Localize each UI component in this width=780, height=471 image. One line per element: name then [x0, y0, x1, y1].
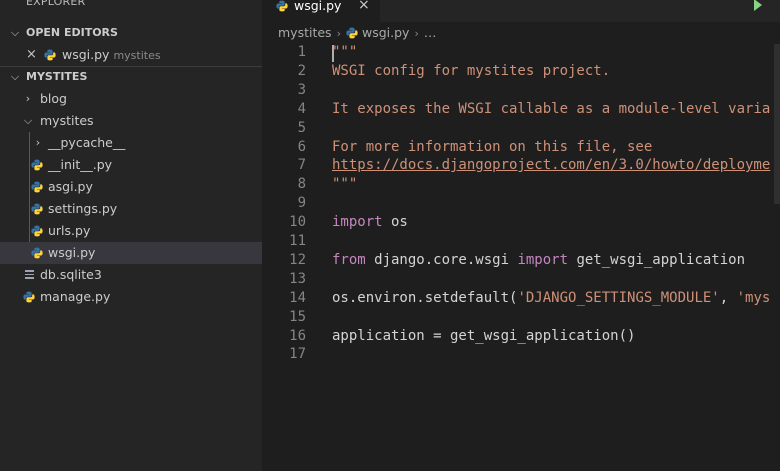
- tree-item-manage[interactable]: manage.py: [0, 286, 262, 308]
- line-number: 6: [297, 139, 306, 155]
- line-number: 7: [297, 157, 306, 173]
- line-number: 13: [289, 271, 306, 287]
- tree-item-urls[interactable]: urls.py: [0, 220, 262, 242]
- tree-item-label: __pycache__: [48, 135, 126, 150]
- line-number: 8: [297, 176, 306, 192]
- python-file-icon: [346, 27, 358, 39]
- chevron-right-icon: ›: [414, 27, 419, 40]
- line-number: 9: [297, 195, 306, 211]
- code-line: from django.core.wsgi import get_wsgi_ap…: [332, 252, 746, 268]
- line-number: 2: [297, 63, 306, 79]
- python-file-icon: [31, 181, 43, 193]
- chevron-right-icon: ›: [35, 136, 41, 149]
- code-line: """: [332, 44, 358, 60]
- tree-item-blog[interactable]: › blog: [0, 88, 262, 110]
- open-editor-filename: wsgi.py: [62, 47, 110, 62]
- project-header[interactable]: ⌵ MYSTITES: [0, 66, 262, 88]
- project-label: MYSTITES: [26, 70, 88, 83]
- code-line: It exposes the WSGI callable as a module…: [332, 101, 771, 117]
- chevron-down-icon: ⌵: [10, 26, 20, 39]
- line-number: 5: [297, 120, 306, 136]
- code-line: import os: [332, 214, 408, 230]
- code-line: https://docs.djangoproject.com/en/3.0/ho…: [332, 157, 771, 173]
- line-number: 10: [289, 214, 306, 230]
- open-editors-label: OPEN EDITORS: [26, 26, 118, 39]
- tree-item-db-sqlite3[interactable]: db.sqlite3: [0, 264, 262, 286]
- open-editors-header[interactable]: ⌵ OPEN EDITORS: [0, 22, 262, 44]
- breadcrumb-file[interactable]: wsgi.py: [362, 25, 409, 40]
- tree-item-settings[interactable]: settings.py: [0, 198, 262, 220]
- line-number: 12: [289, 252, 306, 268]
- chevron-down-icon: ⌵: [10, 70, 20, 83]
- chevron-right-icon: ›: [25, 92, 31, 105]
- tree-item-label: asgi.py: [48, 179, 93, 194]
- open-editor-item-wsgi[interactable]: × wsgi.py mystites: [0, 44, 262, 66]
- explorer-title: EXPLORER: [26, 0, 86, 8]
- tree-item-label: wsgi.py: [48, 245, 96, 260]
- code-line: """: [332, 176, 358, 192]
- python-file-icon: [31, 203, 43, 215]
- python-file-icon: [276, 0, 288, 12]
- editor-pane: wsgi.py × mystites › wsgi.py › … 1 """ 2 WSGI …: [262, 0, 780, 471]
- tree-item-label: db.sqlite3: [40, 267, 102, 282]
- code-line: WSGI config for mystites project.: [332, 63, 611, 79]
- chevron-right-icon: ›: [336, 27, 341, 40]
- code-editor[interactable]: 1 """ 2 WSGI config for mystites project. 3 4…: [262, 44, 780, 471]
- tree-item-label: __init__.py: [48, 157, 113, 172]
- tab-label: wsgi.py: [294, 0, 342, 13]
- breadcrumb: mystites › wsgi.py › …: [278, 24, 436, 42]
- python-file-icon: [31, 159, 43, 171]
- code-line: os.environ.setdefault('DJANGO_SETTINGS_M…: [332, 290, 771, 306]
- line-number: 17: [289, 346, 306, 362]
- breadcrumb-symbols[interactable]: …: [424, 25, 437, 40]
- line-number: 4: [297, 101, 306, 117]
- tree-item-pycache[interactable]: › __pycache__: [0, 132, 262, 154]
- open-editor-folder: mystites: [113, 49, 161, 62]
- tree-item-wsgi[interactable]: wsgi.py: [0, 242, 262, 264]
- line-number: 14: [289, 290, 306, 306]
- close-icon[interactable]: ×: [358, 0, 370, 13]
- tree-item-init[interactable]: __init__.py: [0, 154, 262, 176]
- line-number: 3: [297, 82, 306, 98]
- chevron-down-icon: ⌵: [23, 114, 33, 127]
- python-file-icon: [23, 291, 35, 303]
- run-icon[interactable]: [754, 0, 762, 11]
- close-icon[interactable]: ×: [26, 44, 37, 66]
- tree-item-asgi[interactable]: asgi.py: [0, 176, 262, 198]
- tab-wsgi[interactable]: wsgi.py ×: [262, 0, 380, 22]
- tree-item-mystites[interactable]: ⌵ mystites: [0, 110, 262, 132]
- tree-item-label: urls.py: [48, 223, 91, 238]
- line-number: 1: [297, 44, 306, 60]
- python-file-icon: [44, 49, 56, 61]
- explorer-sidebar: EXPLORER ⌵ OPEN EDITORS × wsgi.py mystite…: [0, 0, 262, 471]
- line-number: 16: [289, 328, 306, 344]
- tree-item-label: mystites: [40, 113, 94, 128]
- line-number: 11: [289, 233, 306, 249]
- breadcrumb-folder[interactable]: mystites: [278, 25, 332, 40]
- tree-item-label: manage.py: [40, 289, 111, 304]
- python-file-icon: [31, 225, 43, 237]
- database-file-icon: [25, 270, 34, 279]
- tab-bar: wsgi.py ×: [262, 0, 780, 22]
- vertical-scrollbar[interactable]: [774, 44, 780, 204]
- code-line: For more information on this file, see: [332, 139, 653, 155]
- code-line: application = get_wsgi_application(): [332, 328, 636, 344]
- tree-item-label: settings.py: [48, 201, 118, 216]
- tree-item-label: blog: [40, 91, 67, 106]
- python-file-icon: [31, 247, 43, 259]
- line-number: 15: [289, 309, 306, 325]
